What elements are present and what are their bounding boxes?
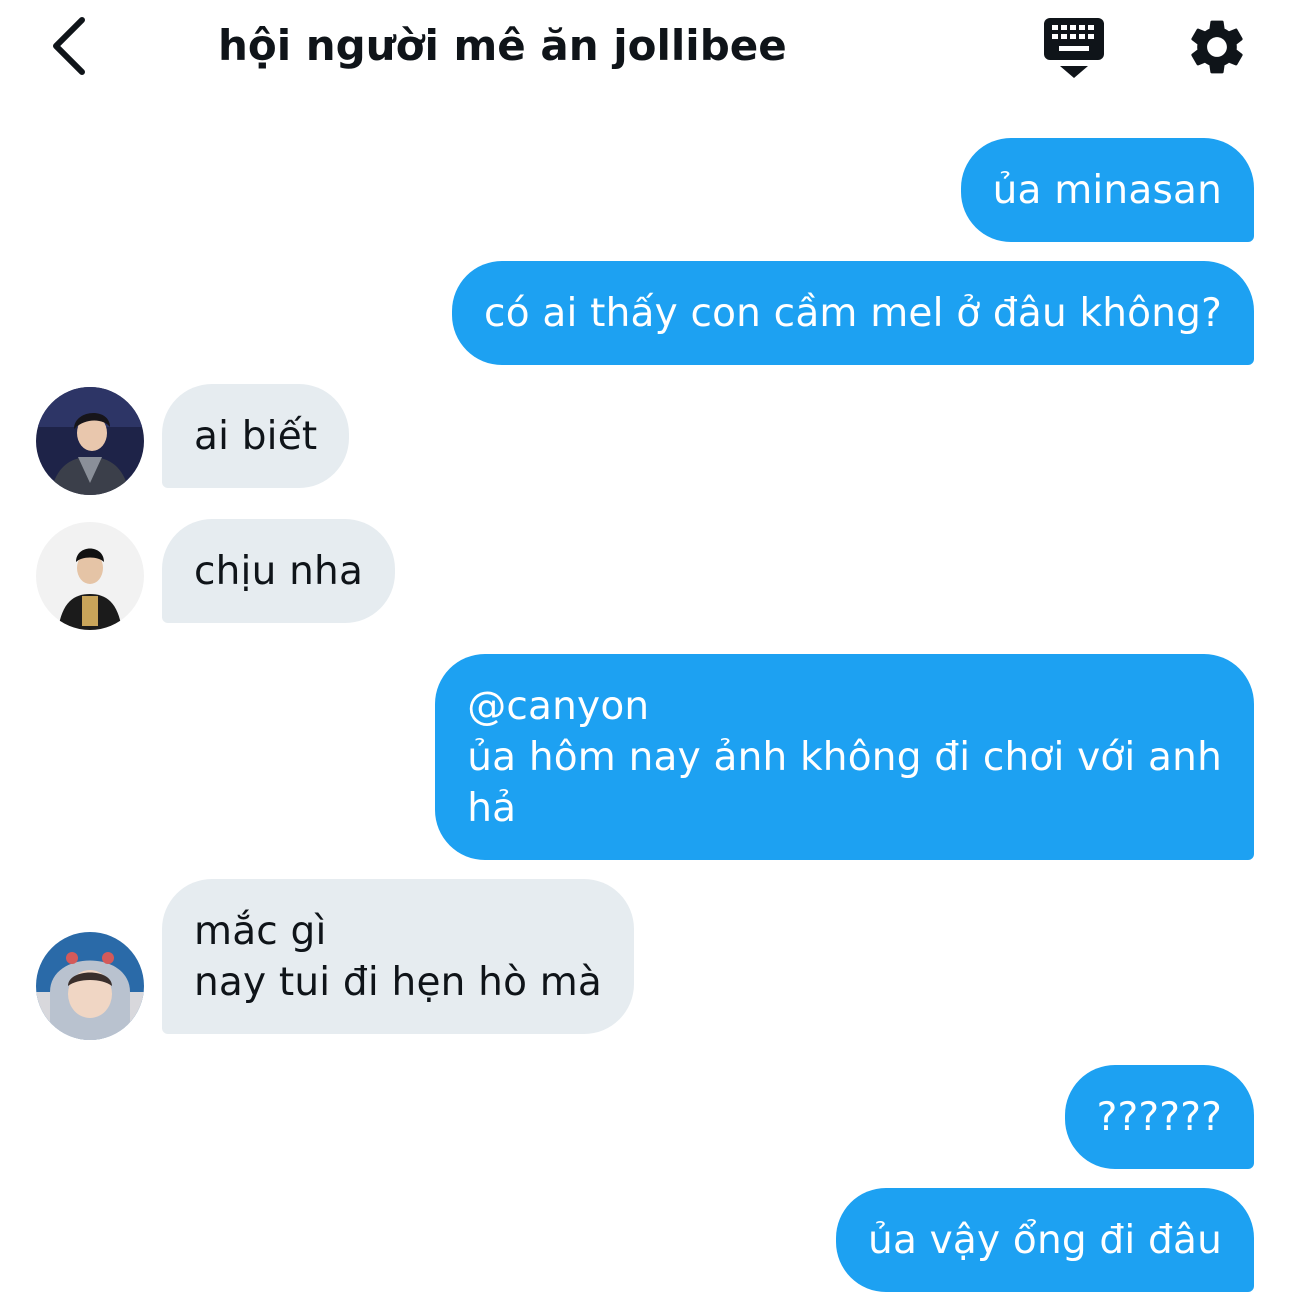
chevron-left-icon	[53, 17, 85, 75]
incoming-message[interactable]: ai biết	[162, 384, 350, 488]
outgoing-message[interactable]: ??????	[1064, 1065, 1254, 1169]
user-avatar-image	[36, 932, 144, 1040]
outgoing-message[interactable]: ủa minasan	[960, 138, 1254, 242]
outgoing-message[interactable]: ủa vậy ổng đi đâu	[836, 1188, 1254, 1292]
keyboard-icon	[1044, 18, 1104, 78]
gear-icon	[1191, 20, 1243, 74]
user-avatar-image	[36, 522, 144, 630]
incoming-message[interactable]: mắc gì nay tui đi hẹn hò mà	[162, 879, 635, 1034]
outgoing-message[interactable]: có ai thấy con cầm mel ở đâu không?	[452, 261, 1254, 365]
avatar[interactable]	[36, 932, 144, 1040]
chat-header: hội người mê ăn jollibee	[0, 0, 1290, 96]
settings-button[interactable]	[1184, 14, 1250, 80]
back-button[interactable]	[40, 14, 96, 78]
avatar[interactable]	[36, 387, 144, 495]
avatar[interactable]	[36, 522, 144, 630]
user-avatar-image	[36, 387, 144, 495]
incoming-message[interactable]: chịu nha	[162, 519, 396, 623]
outgoing-message[interactable]: @canyon ủa hôm nay ảnh không đi chơi với…	[435, 654, 1254, 860]
keyboard-toggle-button[interactable]	[1040, 14, 1108, 82]
conversation-title: hội người mê ăn jollibee	[218, 21, 787, 70]
